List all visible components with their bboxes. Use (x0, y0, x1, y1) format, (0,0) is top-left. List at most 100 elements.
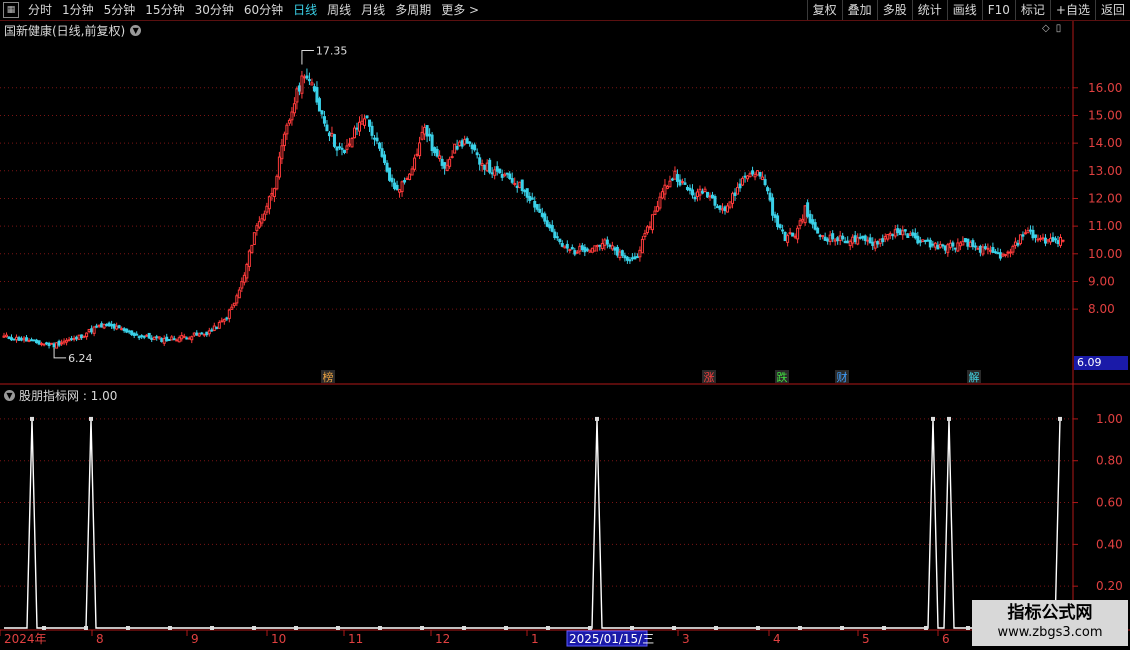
candle-body (255, 225, 259, 231)
candle-body (663, 184, 667, 195)
candle-body (978, 245, 982, 253)
candle-body (137, 336, 141, 339)
candle-body (398, 189, 402, 193)
candle-body (695, 191, 699, 198)
candle-body (235, 295, 239, 304)
candle-body (1058, 236, 1062, 246)
candle-body (871, 241, 875, 246)
candle-body (593, 245, 597, 252)
candle-body (535, 204, 539, 210)
candle-body (748, 173, 752, 178)
candle-body (595, 245, 599, 248)
candle-body (1003, 253, 1007, 256)
candle-body (1031, 229, 1035, 239)
candle-body (918, 240, 922, 243)
candle-body (87, 328, 91, 332)
candle-body (305, 75, 309, 79)
candle-body (615, 246, 619, 256)
candle-body (888, 233, 892, 236)
candle-body (50, 342, 54, 345)
candle-body (968, 241, 972, 248)
candle-body (205, 331, 209, 336)
candle-body (658, 196, 662, 209)
candle-body (530, 197, 534, 200)
candle-body (463, 139, 467, 145)
candle-body (200, 332, 204, 335)
candle-body (896, 228, 900, 234)
stock-chart[interactable]: 8.009.0010.0011.0012.0013.0014.0015.0016… (0, 0, 1130, 650)
y-tick-label: 9.00 (1088, 274, 1115, 288)
candle-body (660, 191, 664, 199)
candle-body (1006, 251, 1010, 254)
candle-body (776, 215, 780, 228)
candle-body (165, 336, 169, 342)
candle-body (135, 333, 139, 336)
candle-body (928, 239, 932, 248)
candle-body (322, 116, 326, 124)
candle-body (781, 229, 785, 232)
x-tick-label: 10 (271, 632, 286, 646)
candle-body (876, 241, 880, 245)
candle-body (523, 189, 527, 193)
candle-body (756, 170, 760, 176)
candle-body (693, 196, 697, 200)
candle-body (936, 244, 940, 250)
candle-body (558, 238, 562, 243)
candle-body (996, 252, 1000, 255)
event-marker: 财 (837, 370, 848, 384)
candle-body (75, 336, 79, 340)
y-tick-label: 12.00 (1088, 191, 1122, 205)
high-marker (301, 49, 314, 65)
candle-body (1038, 237, 1042, 240)
candle-body (67, 339, 71, 342)
candle-body (262, 213, 266, 221)
indicator-tick-label: 1.00 (1096, 412, 1123, 426)
candle-body (773, 214, 777, 218)
candle-body (337, 146, 341, 149)
candle-body (315, 87, 319, 103)
candle-body (125, 328, 129, 333)
candle-body (232, 302, 236, 306)
indicator-baseline-dot (546, 626, 550, 630)
candle-body (102, 323, 106, 329)
candle-body (833, 239, 837, 242)
indicator-baseline-dot (378, 626, 382, 630)
candle-body (97, 324, 101, 327)
candle-body (483, 164, 487, 170)
candle-body (132, 332, 136, 336)
candle-body (52, 343, 56, 348)
candle-body (385, 162, 389, 172)
candle-body (796, 227, 800, 240)
candle-body (27, 339, 31, 342)
candle-body (605, 239, 609, 245)
candle-body (598, 244, 602, 247)
indicator-baseline-dot (336, 626, 340, 630)
candle-body (370, 125, 374, 136)
candle-body (673, 170, 677, 180)
candle-body (575, 251, 579, 254)
candle-body (590, 247, 594, 253)
y-tick-label: 16.00 (1088, 81, 1122, 95)
candle-body (570, 247, 574, 250)
candle-body (230, 306, 234, 310)
candle-body (933, 242, 937, 248)
candle-body (525, 188, 529, 198)
candle-body (317, 98, 321, 112)
candle-body (257, 221, 261, 228)
candle-body (913, 232, 917, 239)
candle-body (898, 229, 902, 236)
candle-body (926, 239, 930, 242)
candle-body (455, 145, 459, 150)
candle-body (828, 234, 832, 242)
candle-body (643, 233, 647, 238)
candle-body (1016, 242, 1020, 246)
candle-body (112, 323, 116, 329)
candle-body (938, 243, 942, 248)
candle-body (468, 141, 472, 144)
candle-body (733, 192, 737, 196)
candle-body (110, 324, 114, 327)
candle-body (943, 245, 947, 251)
candle-body (405, 177, 409, 180)
candle-body (20, 338, 24, 341)
candle-body (197, 333, 201, 337)
